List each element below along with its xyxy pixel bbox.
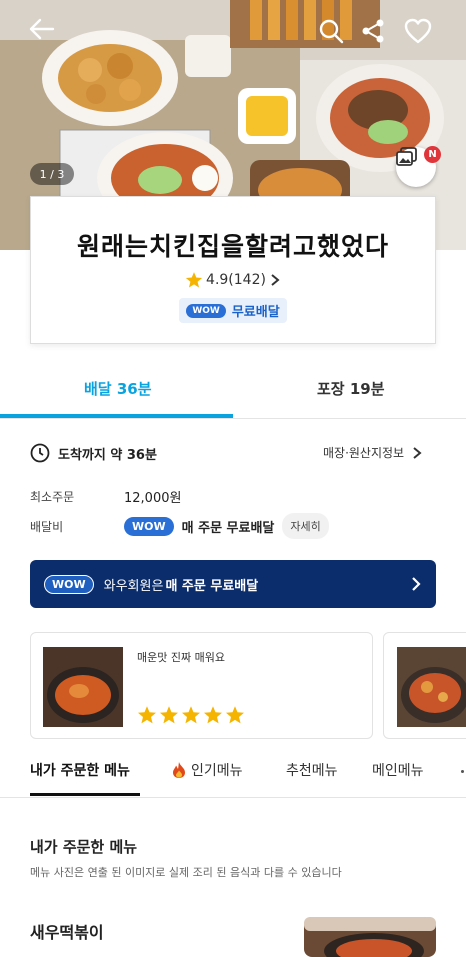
menu-category-tabs: 내가 주문한 메뉴 인기메뉴 추천메뉴 메인메뉴 bbox=[0, 748, 466, 798]
store-info-label: 매장·원산지정보 bbox=[323, 446, 405, 460]
menu-tab-indicator bbox=[30, 793, 140, 796]
star-icon bbox=[160, 706, 178, 724]
store-info-card: 원래는치킨집을할려고했었다 4.9(142) WOW 무료배달 bbox=[30, 196, 436, 344]
star-icon bbox=[138, 706, 156, 724]
share-icon bbox=[362, 19, 384, 43]
review-card[interactable] bbox=[383, 632, 466, 739]
eta-text: 도착까지 약 36분 bbox=[58, 447, 157, 463]
star-icon bbox=[182, 706, 200, 724]
delivery-fee-row: WOW 매 주문 무료배달 자세히 bbox=[124, 513, 329, 539]
fire-icon bbox=[173, 762, 185, 778]
menu-tab-ordered[interactable]: 내가 주문한 메뉴 bbox=[30, 760, 130, 780]
search-icon bbox=[319, 19, 344, 44]
menu-tab-recommended[interactable]: 추천메뉴 bbox=[286, 760, 338, 780]
free-delivery-tag: WOW 무료배달 bbox=[179, 298, 287, 323]
wow-pill: WOW bbox=[44, 574, 94, 594]
favorite-button[interactable] bbox=[404, 18, 434, 48]
min-order-value: 12,000원 bbox=[124, 491, 182, 506]
eta-row: 도착까지 약 36분 bbox=[30, 443, 157, 463]
banner-text-prefix: 와우회원은 bbox=[103, 578, 164, 594]
photo-pager: 1 / 3 bbox=[30, 163, 74, 185]
photo-gallery-icon bbox=[396, 147, 417, 166]
search-button[interactable] bbox=[318, 18, 348, 48]
wow-pill: WOW bbox=[124, 516, 174, 536]
review-photo bbox=[43, 647, 123, 727]
order-type-tabs: 배달 36분 포장 19분 bbox=[0, 360, 466, 419]
menu-tab-popular[interactable]: 인기메뉴 bbox=[171, 760, 243, 780]
section-note: 메뉴 사진은 연출 된 이미지로 실제 조리 된 음식과 다를 수 있습니다 bbox=[30, 866, 342, 879]
store-name: 원래는치킨집을할려고했었다 bbox=[76, 232, 389, 261]
clock-icon bbox=[30, 443, 50, 463]
star-icon bbox=[185, 272, 203, 288]
active-tab-indicator bbox=[0, 414, 233, 418]
chevron-right-icon bbox=[271, 274, 280, 286]
delivery-fee-text: 매 주문 무료배달 bbox=[181, 520, 275, 536]
back-button[interactable] bbox=[29, 18, 59, 48]
tab-delivery[interactable]: 배달 36분 bbox=[84, 378, 152, 399]
wow-pill: WOW bbox=[186, 303, 226, 318]
heart-icon bbox=[404, 18, 432, 44]
rating-value: 4.9(142) bbox=[206, 272, 266, 288]
tab-pickup[interactable]: 포장 19분 bbox=[317, 378, 385, 399]
banner-text-bold: 매 주문 무료배달 bbox=[165, 578, 259, 594]
menu-item-name[interactable]: 새우떡볶이 bbox=[30, 919, 104, 943]
store-info-link[interactable]: 매장·원산지정보 bbox=[323, 444, 422, 461]
menu-tab-popular-label: 인기메뉴 bbox=[191, 763, 243, 779]
chevron-right-icon bbox=[413, 446, 422, 459]
new-badge: N bbox=[424, 146, 441, 163]
star-icon bbox=[226, 706, 244, 724]
min-order-label: 최소주문 bbox=[30, 490, 75, 504]
rating-link[interactable]: 4.9(142) bbox=[31, 271, 435, 289]
menu-tab-main[interactable]: 메인메뉴 bbox=[372, 760, 424, 780]
delivery-fee-label: 배달비 bbox=[30, 520, 64, 534]
share-button[interactable] bbox=[361, 18, 391, 48]
details-button[interactable]: 자세히 bbox=[282, 513, 329, 539]
section-title: 내가 주문한 메뉴 bbox=[30, 838, 138, 856]
more-tabs-indicator bbox=[461, 770, 464, 773]
free-delivery-label: 무료배달 bbox=[231, 305, 280, 320]
back-arrow-icon bbox=[29, 18, 55, 40]
review-text: 매운맛 진짜 매워요 bbox=[137, 651, 225, 664]
star-icon bbox=[204, 706, 222, 724]
review-stars bbox=[137, 705, 245, 725]
wow-membership-banner[interactable]: WOW 와우회원은 매 주문 무료배달 bbox=[30, 560, 436, 608]
menu-item-photo[interactable] bbox=[304, 917, 436, 957]
review-card[interactable]: 매운맛 진짜 매워요 bbox=[30, 632, 373, 739]
chevron-right-icon bbox=[412, 577, 421, 591]
review-photo bbox=[397, 647, 466, 727]
